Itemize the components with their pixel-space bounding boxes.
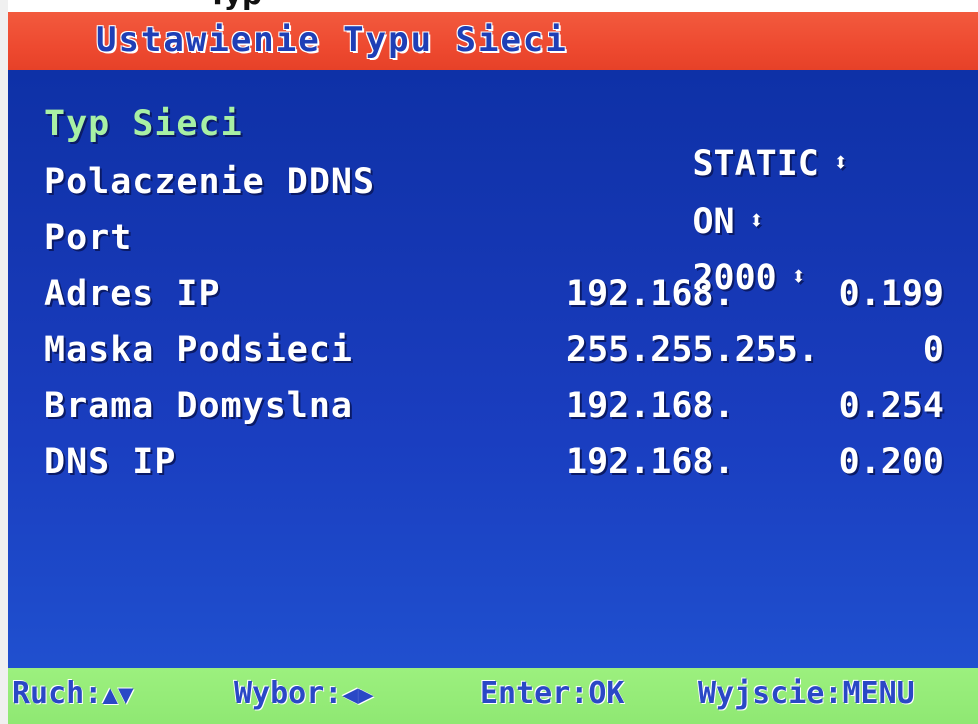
page-title: Ustawienie Typu Sieci bbox=[96, 20, 568, 60]
dns-ip-left: 192.168. bbox=[566, 442, 735, 482]
dns-ip-label: DNS IP bbox=[44, 442, 177, 482]
ip-address-left: 192.168. bbox=[566, 274, 735, 314]
left-border bbox=[0, 0, 8, 724]
title-bar: Ustawienie Typu Sieci bbox=[8, 12, 978, 70]
ip-address-value[interactable]: 192.168. 0.199 bbox=[566, 274, 944, 314]
gateway-value[interactable]: 192.168. 0.254 bbox=[566, 386, 944, 426]
menu-row-port[interactable]: Port 2000 ⬍ bbox=[8, 218, 978, 298]
help-select: Wybor:◀▶ bbox=[234, 676, 374, 711]
help-move-label: Ruch: bbox=[12, 676, 103, 711]
up-down-arrows-icon: ▲▼ bbox=[102, 680, 134, 710]
subnet-mask-label: Maska Podsieci bbox=[44, 330, 354, 370]
dns-ip-right: 0.200 bbox=[838, 442, 944, 482]
osd-screen: Ustawienie Typu Sieci Typ Sieci STATIC ⬍ … bbox=[8, 12, 978, 724]
ddns-label: Polaczenie DDNS bbox=[44, 162, 376, 202]
dns-ip-value[interactable]: 192.168. 0.200 bbox=[566, 442, 944, 482]
ip-address-label: Adres IP bbox=[44, 274, 221, 314]
help-enter: Enter:OK bbox=[480, 676, 625, 711]
menu-row-network-type[interactable]: Typ Sieci STATIC ⬍ bbox=[8, 104, 978, 184]
ip-address-right: 0.199 bbox=[838, 274, 944, 314]
port-label: Port bbox=[44, 218, 133, 258]
menu-row-dns-ip[interactable]: DNS IP 192.168. 0.200 bbox=[8, 442, 978, 494]
help-select-label: Wybor: bbox=[234, 676, 343, 711]
left-right-arrows-icon: ◀▶ bbox=[342, 680, 374, 710]
subnet-mask-value[interactable]: 255.255.255. 0 bbox=[566, 330, 944, 370]
menu-row-ip-address[interactable]: Adres IP 192.168. 0.199 bbox=[8, 274, 978, 326]
gateway-left: 192.168. bbox=[566, 386, 735, 426]
cropped-header-text: Typ bbox=[208, 0, 262, 11]
menu-row-subnet-mask[interactable]: Maska Podsieci 255.255.255. 0 bbox=[8, 330, 978, 382]
help-move: Ruch:▲▼ bbox=[12, 676, 134, 711]
help-bar: Ruch:▲▼ Wybor:◀▶ Enter:OK Wyjscie:MENU bbox=[8, 668, 978, 724]
menu-row-ddns[interactable]: Polaczenie DDNS ON ⬍ bbox=[8, 162, 978, 242]
cropped-header-strip: Typ bbox=[0, 0, 978, 12]
subnet-mask-right: 0 bbox=[922, 330, 944, 370]
subnet-mask-left: 255.255.255. bbox=[566, 330, 819, 370]
network-type-label: Typ Sieci bbox=[44, 104, 243, 144]
help-exit: Wyjscie:MENU bbox=[698, 676, 915, 711]
gateway-right: 0.254 bbox=[838, 386, 944, 426]
menu-row-gateway[interactable]: Brama Domyslna 192.168. 0.254 bbox=[8, 386, 978, 438]
gateway-label: Brama Domyslna bbox=[44, 386, 354, 426]
